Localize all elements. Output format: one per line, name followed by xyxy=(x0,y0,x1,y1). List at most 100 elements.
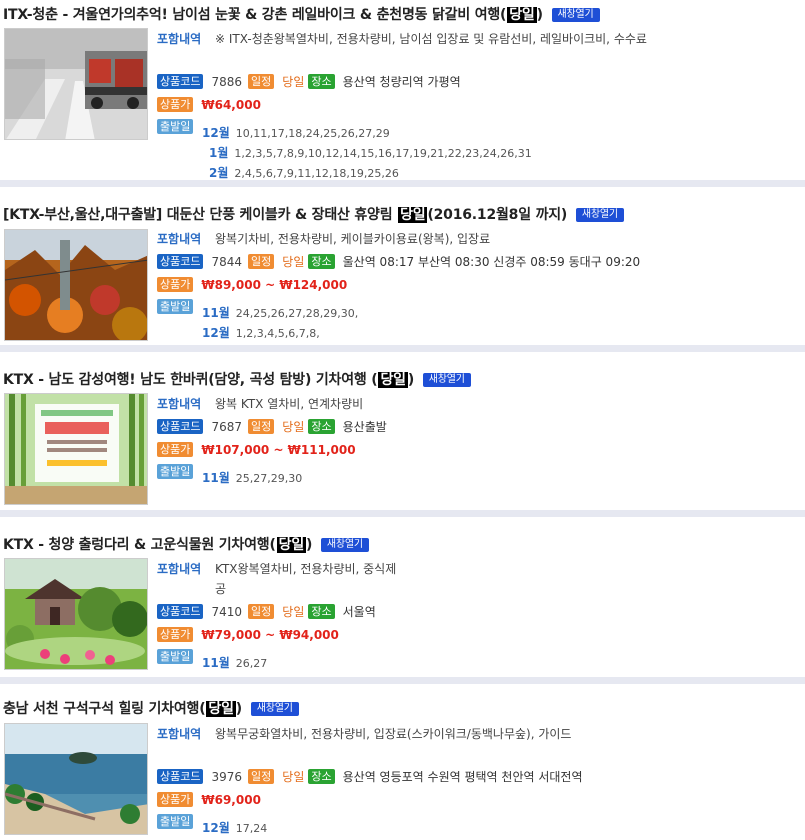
duration-tag: 일정 xyxy=(248,419,275,434)
product-title-tail: ) xyxy=(407,372,415,388)
location-value: 서울역 xyxy=(342,605,376,619)
code-row: 상품코드 7410 일정 당일 장소 서울역 xyxy=(157,603,376,620)
includes-text: ※ ITX-청춘왕복열차비, 전용차량비, 남이섬 입장료 및 유람선비, 레일… xyxy=(215,32,647,46)
product-title-text[interactable]: KTX - 남도 감성여행! 남도 한바퀴(담양, 곡성 탐방) 기차여행 ( xyxy=(3,372,378,388)
departure-tag: 출발일 xyxy=(157,119,194,134)
botanical-garden-photo[interactable] xyxy=(4,558,148,670)
product-title-tail: ) xyxy=(306,537,313,553)
product-info: 포함내역 KTX왕복열차비, 전용차량비, 중식제공 상품코드 7410 일정 당일 장… xyxy=(157,560,655,670)
duration-value: 당일 xyxy=(282,605,305,619)
new-window-button[interactable]: 새창열기 xyxy=(575,208,624,222)
seaside-island-photo[interactable] xyxy=(4,723,148,835)
day-trip-badge: 당일 xyxy=(276,537,307,553)
duration-tag: 일정 xyxy=(248,74,275,89)
departure-line[interactable]: 12월 17,24 xyxy=(202,819,267,836)
code-row: 상품코드 7886 일정 당일 장소 용산역 청량리역 가평역 xyxy=(157,73,461,90)
separator xyxy=(0,677,805,684)
day-trip-badge: 당일 xyxy=(206,701,236,717)
departure-month: 2월 xyxy=(209,166,229,180)
departure-row: 출발일 xyxy=(157,119,194,134)
code-tag: 상품코드 xyxy=(157,419,204,434)
includes-label: 포함내역 xyxy=(157,32,202,46)
duration-tag: 일정 xyxy=(248,254,275,269)
departure-line[interactable]: 12월 1,2,3,4,5,6,7,8, xyxy=(202,324,320,341)
product-card: ITX-청춘 - 겨울연가의추억! 남이섬 눈꽃 & 강촌 레일바이크 & 춘천… xyxy=(0,0,805,185)
product-info: 포함내역 왕복무궁화열차비, 전용차량비, 입장료(스카이워크/동백나무숲), … xyxy=(157,725,655,835)
product-title-text[interactable]: 충남 서천 구석구석 힐링 기차여행( xyxy=(3,701,206,717)
location-value: 용산역 청량리역 가평역 xyxy=(342,75,461,89)
departure-tag: 출발일 xyxy=(157,299,194,314)
product-title-text[interactable]: ITX-청춘 - 겨울연가의추억! 남이섬 눈꽃 & 강촌 레일바이크 & 춘천… xyxy=(3,7,506,23)
departure-line[interactable]: 2월 2,4,5,6,7,9,11,12,18,19,25,26 xyxy=(209,164,399,181)
duration-value: 당일 xyxy=(282,770,305,784)
includes-text: 왕복무궁화열차비, 전용차량비, 입장료(스카이워크/동백나무숲), 가이드 xyxy=(215,727,572,741)
product-title[interactable]: KTX - 남도 감성여행! 남도 한바퀴(담양, 곡성 탐방) 기차여행 (당… xyxy=(3,369,471,389)
departure-line[interactable]: 11월 26,27 xyxy=(202,654,267,671)
departure-month: 11월 xyxy=(202,656,230,670)
product-title-text[interactable]: KTX - 청양 출렁다리 & 고운식물원 기차여행( xyxy=(3,537,276,553)
price-tag: 상품가 xyxy=(157,792,194,807)
duration-value: 당일 xyxy=(282,75,305,89)
product-title-text[interactable]: [KTX-부산,울산,대구출발] 대둔산 단풍 케이블카 & 장태산 휴양림 xyxy=(3,207,397,223)
price-value: ₩79,000 ~ ₩94,000 xyxy=(201,628,339,642)
product-title[interactable]: ITX-청춘 - 겨울연가의추억! 남이섬 눈꽃 & 강촌 레일바이크 & 춘천… xyxy=(3,4,600,24)
product-title[interactable]: KTX - 청양 출렁다리 & 고운식물원 기차여행(당일) 새창열기 xyxy=(3,534,369,554)
duration-tag: 일정 xyxy=(248,604,275,619)
location-value: 용산역 영등포역 수원역 평택역 천안역 서대전역 xyxy=(342,770,583,784)
product-card: KTX - 남도 감성여행! 남도 한바퀴(담양, 곡성 탐방) 기차여행 (당… xyxy=(0,352,805,512)
departure-tag: 출발일 xyxy=(157,814,194,829)
product-title[interactable]: 충남 서천 구석구석 힐링 기차여행(당일) 새창열기 xyxy=(3,698,299,718)
autumn-mountain-photo[interactable] xyxy=(4,229,148,341)
departure-days: 2,4,5,6,7,9,11,12,18,19,25,26 xyxy=(234,167,399,180)
new-window-button[interactable]: 새창열기 xyxy=(551,8,600,22)
departure-line[interactable]: 11월 24,25,26,27,28,29,30, xyxy=(202,304,358,321)
product-code: 7410 xyxy=(211,605,243,619)
code-row: 상품코드 7687 일정 당일 장소 용산출발 xyxy=(157,418,387,435)
day-trip-badge: 당일 xyxy=(507,7,537,23)
departure-line[interactable]: 12월 10,11,17,18,24,25,26,27,29 xyxy=(202,124,390,141)
departure-tag: 출발일 xyxy=(157,649,194,664)
product-title[interactable]: [KTX-부산,울산,대구출발] 대둔산 단풍 케이블카 & 장태산 휴양림 당… xyxy=(3,204,624,224)
product-code: 7687 xyxy=(211,420,243,434)
departure-row: 출발일 xyxy=(157,464,194,479)
price-value: ₩64,000 xyxy=(201,98,261,112)
product-info: 포함내역 왕복기차비, 전용차량비, 케이블카이용료(왕복), 입장료 상품코드… xyxy=(157,230,655,340)
product-card: 충남 서천 구석구석 힐링 기차여행(당일) 새창열기 포함내역 왕복무궁화열차… xyxy=(0,684,805,840)
departure-line[interactable]: 1월 1,2,3,5,7,8,9,10,12,14,15,16,17,19,21,… xyxy=(209,144,532,161)
product-code: 7844 xyxy=(211,255,243,269)
new-window-button[interactable]: 새창열기 xyxy=(320,538,369,552)
new-window-button[interactable]: 새창열기 xyxy=(250,702,299,716)
price-tag: 상품가 xyxy=(157,627,194,642)
price-value: ₩89,000 ~ ₩124,000 xyxy=(201,278,348,292)
includes-text: 왕복기차비, 전용차량비, 케이블카이용료(왕복), 입장료 xyxy=(215,232,491,246)
departure-days: 25,27,29,30 xyxy=(235,472,303,485)
includes-label: 포함내역 xyxy=(157,397,202,411)
price-row: 상품가 ₩79,000 ~ ₩94,000 xyxy=(157,627,339,642)
includes-text: 왕복 KTX 열차비, 연계차량비 xyxy=(215,397,364,411)
departure-month: 12월 xyxy=(202,126,230,140)
departure-month: 1월 xyxy=(209,146,229,160)
snowy-train-photo[interactable] xyxy=(4,28,148,140)
departure-row: 출발일 xyxy=(157,814,194,829)
separator xyxy=(0,345,805,352)
product-code: 7886 xyxy=(211,75,243,89)
departure-days: 17,24 xyxy=(235,822,268,835)
code-tag: 상품코드 xyxy=(157,769,204,784)
new-window-button[interactable]: 새창열기 xyxy=(422,373,471,387)
departure-row: 출발일 xyxy=(157,649,194,664)
location-tag: 장소 xyxy=(308,604,335,619)
day-trip-badge: 당일 xyxy=(398,207,428,223)
price-value: ₩69,000 xyxy=(201,793,261,807)
code-row: 상품코드 7844 일정 당일 장소 울산역 08:17 부산역 08:30 신경주 08… xyxy=(157,253,640,270)
departure-row: 출발일 xyxy=(157,299,194,314)
departure-month: 12월 xyxy=(202,326,230,340)
includes-text: KTX왕복열차비, 전용차량비, 중식제공 xyxy=(215,562,397,596)
includes-label: 포함내역 xyxy=(157,562,202,576)
product-code: 3976 xyxy=(211,770,243,784)
bamboo-forest-photo[interactable] xyxy=(4,393,148,505)
location-value: 울산역 08:17 부산역 08:30 신경주 08:59 동대구 09:20 xyxy=(342,255,641,269)
location-value: 용산출발 xyxy=(342,420,387,434)
separator xyxy=(0,510,805,517)
departure-line[interactable]: 11월 25,27,29,30 xyxy=(202,469,302,486)
includes-label: 포함내역 xyxy=(157,727,202,741)
